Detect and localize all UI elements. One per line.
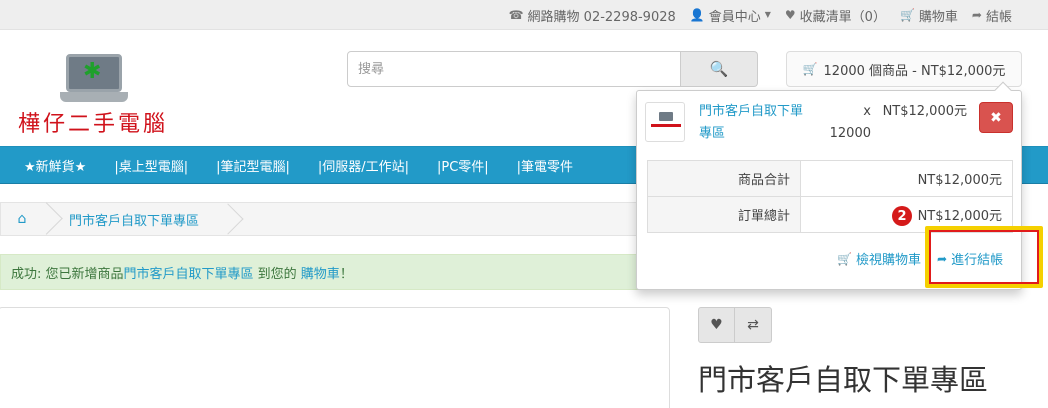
search-input[interactable] (347, 51, 681, 87)
share-icon: ➦ (971, 8, 982, 22)
totals-label: 商品合計 (647, 160, 801, 197)
breadcrumb-item[interactable]: 門市客戶自取下單專區 (57, 210, 199, 229)
table-row: 商品合計 NT$12,000元 (647, 160, 1013, 197)
wishlist-button[interactable]: ♥ (698, 307, 735, 343)
compare-button[interactable]: ⇄ (735, 307, 772, 343)
laptop-icon: ✱ (66, 54, 122, 92)
nav-item-laptop-parts[interactable]: |筆電零件 (517, 156, 601, 175)
remove-item-button[interactable]: ✖ (979, 102, 1013, 133)
breadcrumb-separator (43, 202, 57, 236)
checkout-link[interactable]: ➦ 結帳 (972, 6, 1012, 25)
exchange-icon: ⇄ (747, 317, 759, 333)
cart-icon: 🛒 (802, 62, 818, 76)
close-icon: ✖ (990, 109, 1002, 126)
totals-label: 訂單總計 (647, 196, 801, 233)
cart-item-qty: x 12000 (829, 104, 871, 141)
breadcrumb-separator (212, 203, 244, 235)
cart-button-label: 12000 個商品 - NT$12,000元 (823, 63, 1006, 79)
top-bar: ☎ 網路購物 02-2298-9028 👤 會員中心 ▼ ♥ 收藏清單（0） 🛒 購物車 … (0, 0, 1048, 30)
annotation-step-badge: 2 (892, 206, 912, 226)
cart-icon: 🛒 (899, 8, 915, 22)
cart-link[interactable]: 🛒 購物車 (900, 6, 958, 25)
leaf-icon: ✱ (83, 59, 102, 84)
logo[interactable]: ✱ 樺仔二手電腦 (18, 52, 188, 137)
phone-icon: ☎ (508, 8, 524, 22)
cart-icon: 🛒 (837, 251, 852, 266)
view-cart-link[interactable]: 🛒 檢視購物車 (837, 249, 921, 269)
user-icon: 👤 (689, 8, 705, 22)
nav-item-server[interactable]: |伺服器/工作站| (318, 156, 437, 175)
cart-item-price: NT$12,000元 (882, 104, 967, 119)
success-alert: 成功: 您已新增商品 門市客戶自取下單專區 到您的 購物車！ (0, 254, 680, 290)
nav-item-pc-parts[interactable]: |PC零件| (437, 156, 517, 175)
product-title: 門市客戶自取下單專區 (698, 363, 989, 397)
cart-item-thumbnail[interactable] (645, 102, 685, 142)
breadcrumb: ⌂ 門市客戶自取下單專區 (0, 202, 680, 236)
nav-item-desktop[interactable]: |桌上型電腦| (114, 156, 216, 175)
wishlist-link[interactable]: ♥ 收藏清單（0） (785, 6, 886, 25)
alert-cart-link[interactable]: 購物車 (301, 263, 340, 282)
top-links: ☎ 網路購物 02-2298-9028 👤 會員中心 ▼ ♥ 收藏清單（0） 🛒 購物車 … (509, 0, 1012, 30)
product-image-panel (0, 307, 670, 408)
laptop-icon (659, 112, 673, 121)
search-icon: 🔍 (709, 60, 729, 78)
logo-text: 樺仔二手電腦 (18, 112, 169, 137)
logo-mark (651, 124, 681, 127)
annotation-highlight-box (925, 226, 1043, 288)
cart-totals-table: 商品合計 NT$12,000元 訂單總計 NT$12,000元 (647, 160, 1013, 233)
nav-item-laptop[interactable]: |筆記型電腦| (216, 156, 318, 175)
cart-item-row: 門市客戶自取下單專區 x 12000 NT$12,000元 ✖ (637, 91, 1021, 147)
search-bar: 🔍 (347, 51, 758, 87)
cart-item-name[interactable]: 門市客戶自取下單專區 (699, 101, 811, 145)
alert-product-link[interactable]: 門市客戶自取下單專區 (124, 263, 254, 282)
totals-value: NT$12,000元 (800, 160, 1013, 197)
search-button[interactable]: 🔍 (681, 51, 758, 87)
heart-icon: ♥ (710, 317, 723, 333)
account-dropdown[interactable]: 👤 會員中心 ▼ (690, 6, 771, 25)
nav-item-new[interactable]: ★新鮮貨★ (24, 156, 114, 175)
caret-down-icon: ▼ (764, 10, 771, 19)
cart-button[interactable]: 🛒 12000 個商品 - NT$12,000元 (786, 51, 1022, 87)
laptop-base (60, 92, 128, 102)
heart-icon: ♥ (784, 8, 796, 22)
product-action-group: ♥ ⇄ (698, 307, 773, 343)
phone-link[interactable]: ☎ 網路購物 02-2298-9028 (509, 6, 676, 25)
